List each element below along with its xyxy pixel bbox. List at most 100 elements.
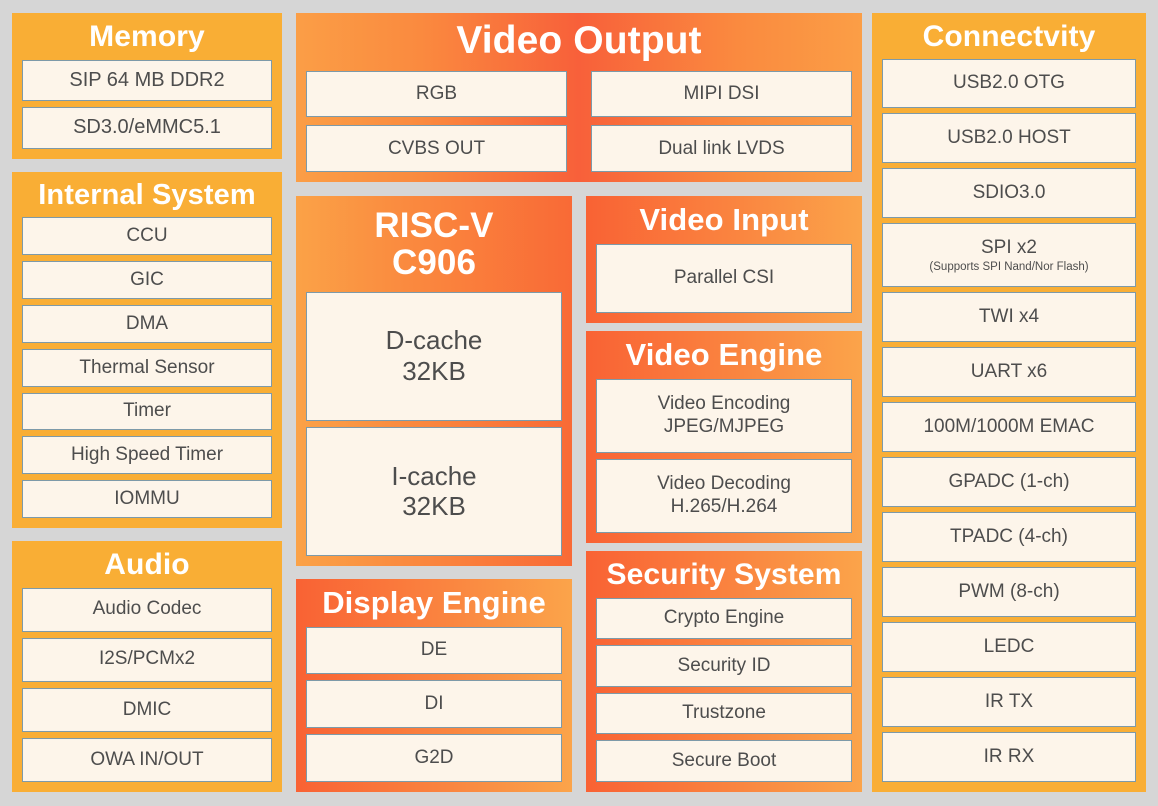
block-item: Crypto Engine — [596, 597, 852, 640]
block-item: Video Encoding JPEG/MJPEG — [596, 378, 852, 453]
block-item: IOMMU — [22, 480, 272, 519]
block-item-label: UART x6 — [970, 360, 1048, 382]
display-engine-item-list: DE DI G2D — [306, 626, 562, 782]
video-engine-item-list: Video Encoding JPEG/MJPEG Video Decoding … — [596, 378, 852, 534]
block-item: PWM (8-ch) — [882, 567, 1136, 617]
block-item: Trustzone — [596, 692, 852, 735]
block-item: Security ID — [596, 645, 852, 687]
block-item-label: D-cache 32KB — [385, 325, 483, 387]
block-item: I-cache 32KB — [306, 426, 562, 556]
block-item: UART x6 — [882, 347, 1136, 398]
block-item-label: DE — [420, 639, 448, 661]
block-item-label: IR RX — [983, 745, 1035, 767]
block-item-sublabel: (Supports SPI Nand/Nor Flash) — [929, 260, 1089, 273]
block-item: USB2.0 HOST — [882, 113, 1136, 164]
block-item-label: MIPI DSI — [683, 83, 760, 104]
video-input-item-list: Parallel CSI — [596, 243, 852, 313]
internal-system-item-list: CCU GIC DMA Thermal Sensor Timer High Speed T… — [22, 217, 272, 519]
block-item-label: IOMMU — [114, 487, 180, 509]
panel-title-riscv-c906: RISC-V C906 — [374, 206, 494, 282]
block-item: SPI x2 (Supports SPI Nand/Nor Flash) — [882, 223, 1136, 288]
block-item-label: GPADC (1-ch) — [948, 470, 1070, 492]
block-item: G2D — [306, 734, 562, 782]
block-item: IR TX — [882, 676, 1136, 727]
block-item: SDIO3.0 — [882, 168, 1136, 219]
block-item: DI — [306, 680, 562, 729]
block-item: OWA IN/OUT — [22, 737, 272, 782]
block-item-label: I2S/PCMx2 — [98, 648, 196, 670]
block-item: IR RX — [882, 731, 1136, 782]
panel-title-security-system: Security System — [606, 558, 842, 591]
panel-video-engine: Video Engine Video Encoding JPEG/MJPEG Vi… — [586, 331, 862, 543]
block-item-label: TWI x4 — [978, 305, 1040, 327]
audio-item-list: Audio Codec I2S/PCMx2 DMIC OWA IN/OUT — [22, 587, 272, 782]
block-item: I2S/PCMx2 — [22, 637, 272, 682]
block-item-label: G2D — [414, 746, 454, 768]
block-item-label: Parallel CSI — [673, 267, 775, 289]
block-item-label: CCU — [126, 225, 168, 247]
panel-internal-system: Internal System CCU GIC DMA Thermal Sensor T… — [12, 172, 282, 528]
panel-display-engine: Display Engine DE DI G2D — [296, 579, 572, 792]
block-item: D-cache 32KB — [306, 291, 562, 421]
block-item-label: DI — [424, 693, 444, 715]
block-item-label: SDIO3.0 — [972, 182, 1046, 204]
panel-memory: Memory SIP 64 MB DDR2 SD3.0/eMMC5.1 — [12, 13, 282, 159]
block-item: CCU — [22, 217, 272, 256]
block-item-label: Video Decoding H.265/H.264 — [657, 473, 791, 517]
block-item-label: Trustzone — [682, 702, 766, 724]
block-item-label: PWM (8-ch) — [958, 580, 1060, 602]
security-system-item-list: Crypto Engine Security ID Trustzone Secure … — [596, 597, 852, 782]
block-item: Thermal Sensor — [22, 348, 272, 387]
block-item: DMIC — [22, 687, 272, 732]
panel-title-memory: Memory — [89, 20, 205, 53]
block-item: Video Decoding H.265/H.264 — [596, 458, 852, 534]
block-item-label: SIP 64 MB DDR2 — [69, 68, 225, 91]
panel-title-connectivity: Connectvity — [922, 20, 1096, 53]
block-item: USB2.0 OTG — [882, 58, 1136, 109]
block-item-label: RGB — [415, 83, 458, 104]
block-item-label: 100M/1000M EMAC — [923, 415, 1095, 437]
block-item-label: Security ID — [677, 654, 771, 676]
block-item-label: Crypto Engine — [663, 607, 785, 629]
block-item: TWI x4 — [882, 292, 1136, 343]
block-item-label: TPADC (4-ch) — [950, 525, 1068, 547]
panel-title-video-output: Video Output — [456, 19, 702, 62]
soc-block-diagram: Memory SIP 64 MB DDR2 SD3.0/eMMC5.1 Inter… — [0, 0, 1158, 806]
block-item-label: DMIC — [122, 698, 172, 720]
panel-title-internal-system: Internal System — [38, 179, 256, 211]
block-item: 100M/1000M EMAC — [882, 402, 1136, 453]
block-item-label: I-cache 32KB — [391, 460, 477, 522]
block-item-label: Thermal Sensor — [79, 356, 215, 378]
block-item-label: IR TX — [984, 690, 1034, 712]
block-item: LEDC — [882, 621, 1136, 672]
block-item: GIC — [22, 261, 272, 300]
block-item: GPADC (1-ch) — [882, 457, 1136, 508]
block-item-label: USB2.0 OTG — [953, 72, 1065, 94]
memory-item-list: SIP 64 MB DDR2 SD3.0/eMMC5.1 — [22, 59, 272, 149]
video-output-item-list: RGB MIPI DSI CVBS OUT Dual link LVDS — [306, 70, 852, 172]
block-item: DMA — [22, 305, 272, 343]
block-item: TPADC (4-ch) — [882, 512, 1136, 562]
panel-title-audio: Audio — [104, 548, 190, 581]
block-item-label: SPI x2 — [981, 237, 1037, 259]
riscv-cache-list: D-cache 32KB I-cache 32KB — [306, 291, 562, 556]
block-item-label: USB2.0 HOST — [947, 127, 1071, 149]
panel-title-display-engine: Display Engine — [322, 585, 546, 620]
block-item-label: GIC — [130, 268, 164, 290]
block-item-label: Dual link LVDS — [658, 137, 785, 159]
panel-title-video-input: Video Input — [639, 202, 809, 237]
panel-security-system: Security System Crypto Engine Security ID… — [586, 551, 862, 792]
block-item: MIPI DSI — [591, 70, 852, 118]
block-item-label: Timer — [123, 400, 171, 422]
block-item-label: Audio Codec — [92, 598, 202, 620]
block-item-label: Video Encoding JPEG/MJPEG — [657, 393, 791, 437]
block-item: Audio Codec — [22, 587, 272, 632]
block-item: Parallel CSI — [596, 243, 852, 313]
panel-connectivity: Connectvity USB2.0 OTG USB2.0 HOST SDIO3.0… — [872, 13, 1146, 792]
block-item-label: LEDC — [983, 635, 1035, 657]
block-item: Timer — [22, 392, 272, 431]
connectivity-item-list: USB2.0 OTG USB2.0 HOST SDIO3.0 SPI x2 (Suppo… — [882, 58, 1136, 783]
panel-audio: Audio Audio Codec I2S/PCMx2 DMIC OWA IN/OUT — [12, 541, 282, 792]
block-item: CVBS OUT — [306, 125, 567, 172]
panel-title-video-engine: Video Engine — [625, 337, 823, 372]
